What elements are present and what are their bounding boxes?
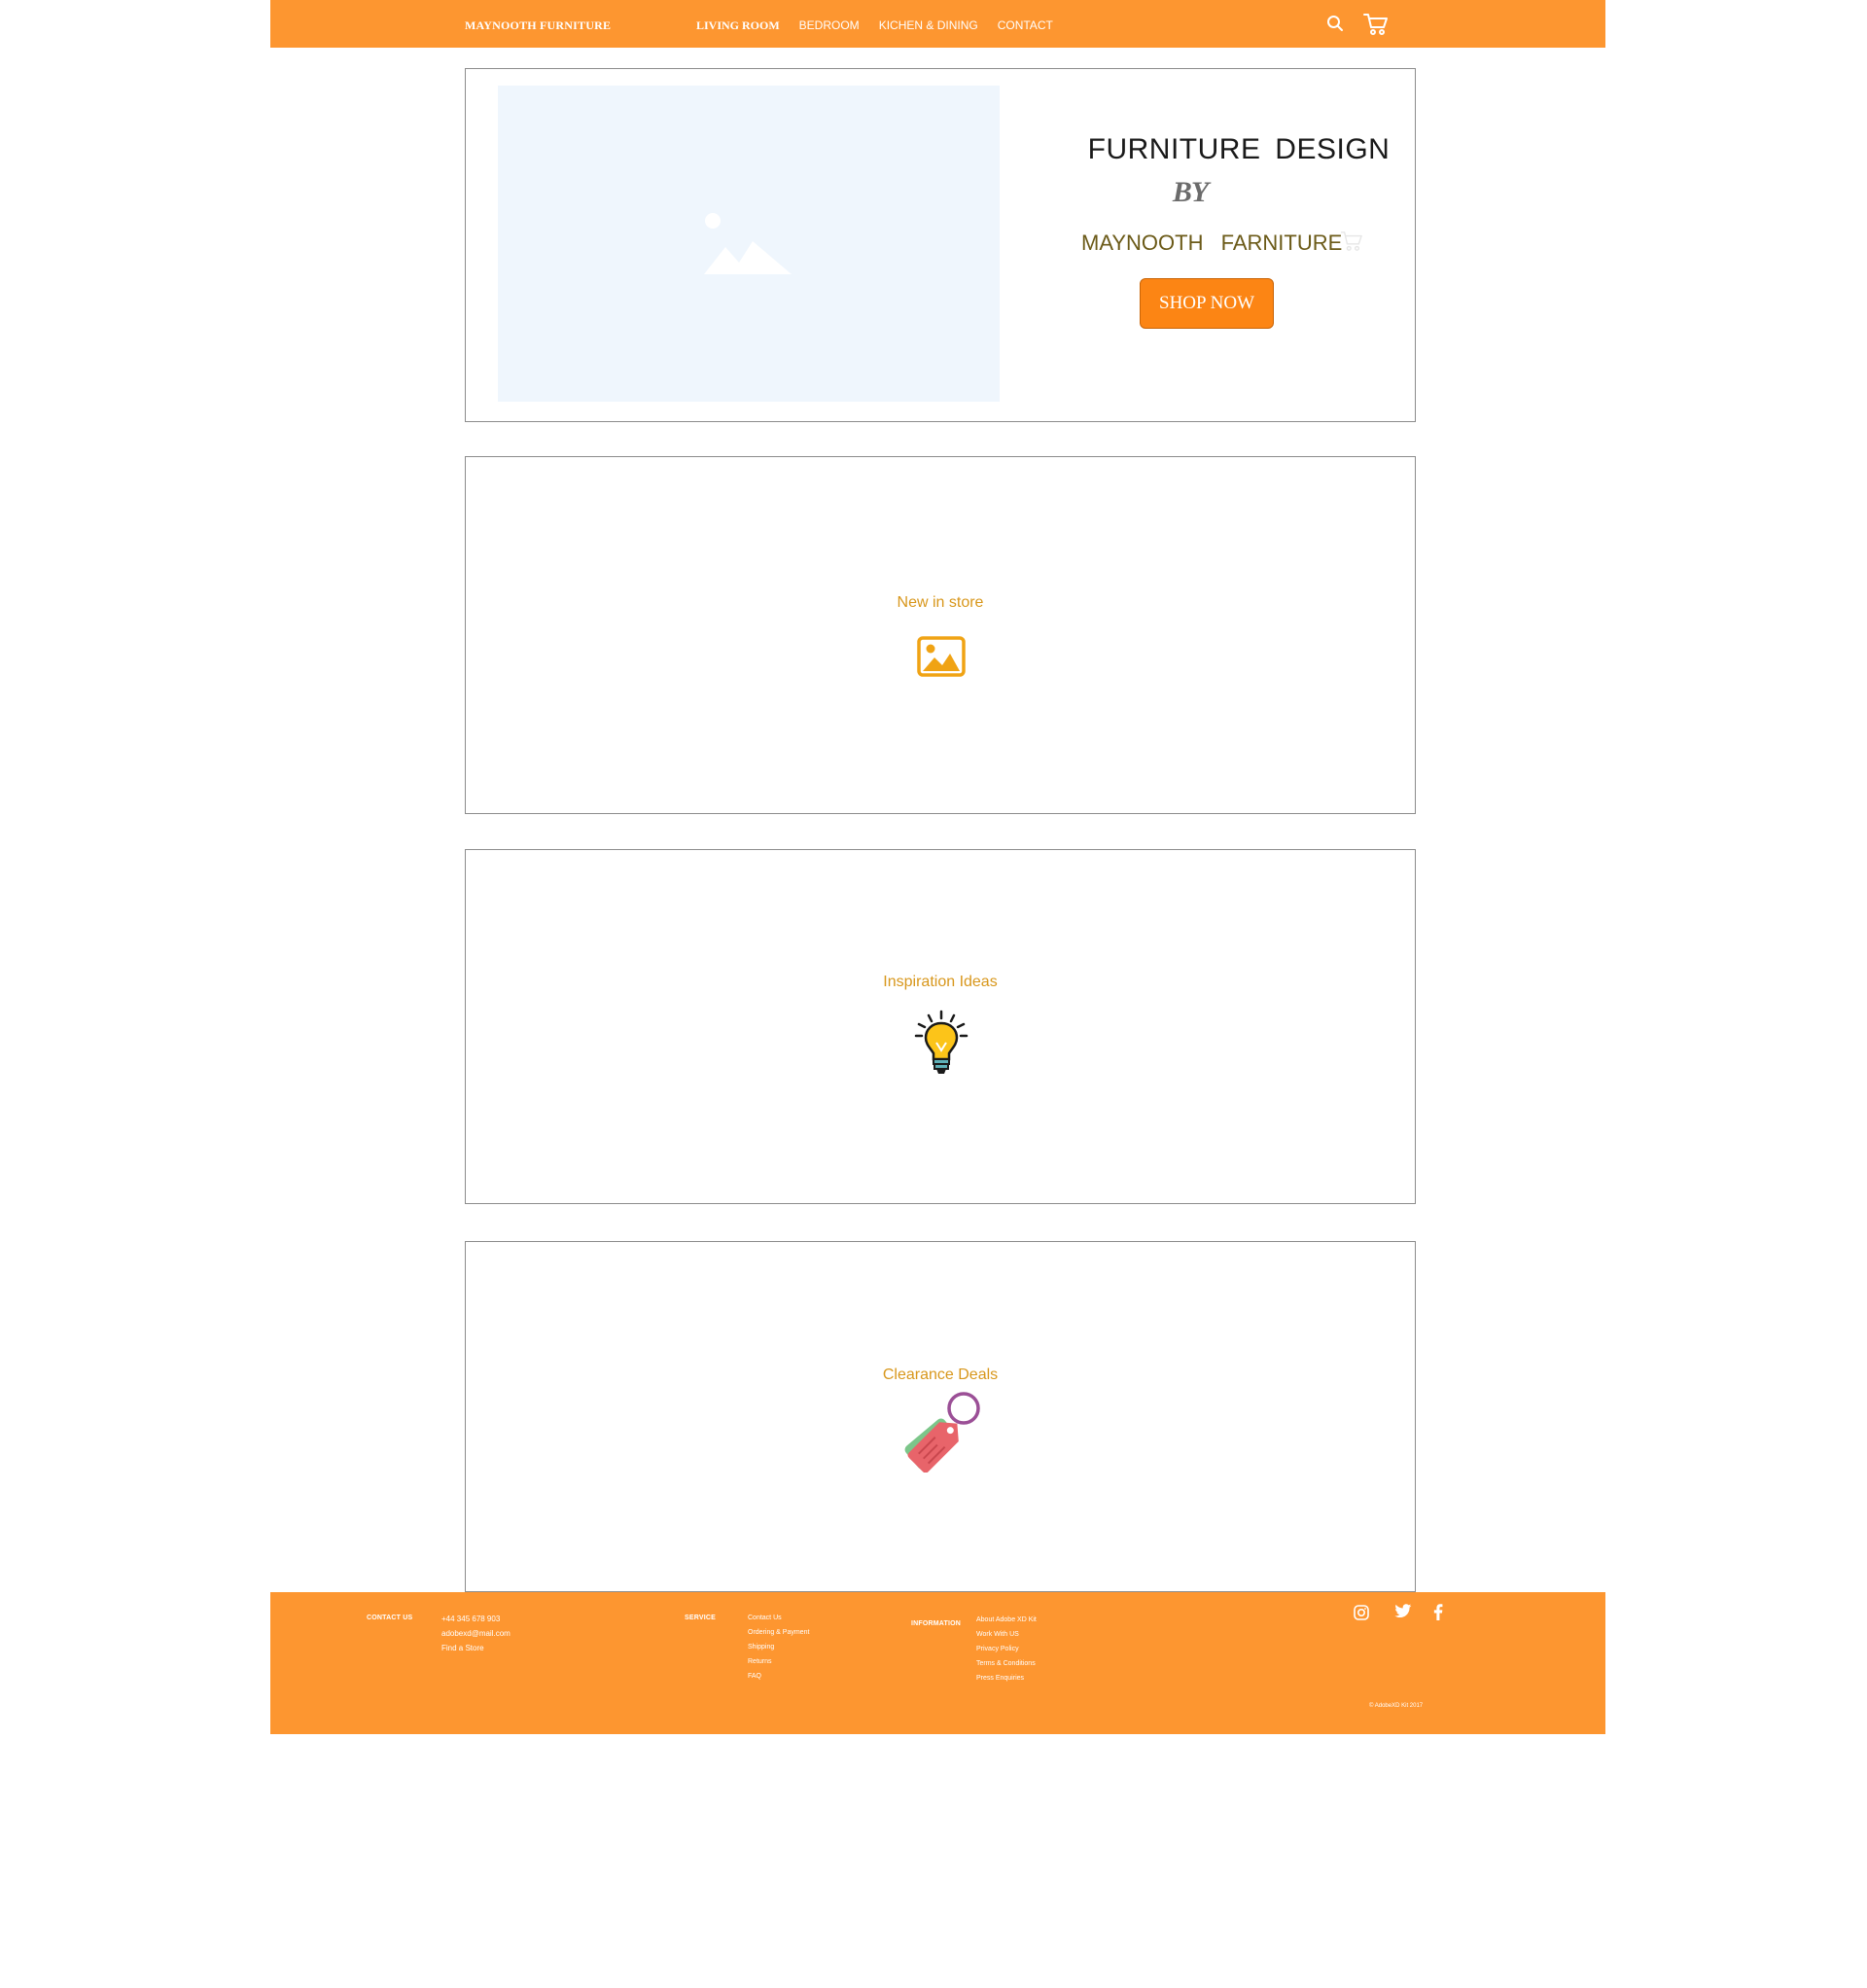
cart-icon[interactable]	[1363, 13, 1389, 36]
top-nav-bar: MAYNOOTH FURNITURE LIVING ROOM BEDROOM K…	[270, 0, 1605, 48]
nav-item-bedroom[interactable]: BEDROOM	[799, 18, 860, 33]
footer-link-press[interactable]: Press Enquiries	[976, 1671, 1037, 1686]
nav-item-contact[interactable]: CONTACT	[998, 18, 1053, 33]
footer-link-faq[interactable]: FAQ	[748, 1669, 809, 1684]
lightbulb-icon	[914, 1010, 969, 1074]
nav-item-living-room[interactable]: LIVING ROOM	[696, 18, 780, 33]
main-nav: LIVING ROOM BEDROOM KICHEN & DINING CONT…	[696, 18, 1073, 33]
footer-heading-service: SERVICE	[685, 1615, 717, 1621]
page: MAYNOOTH FURNITURE LIVING ROOM BEDROOM K…	[270, 0, 1605, 1734]
hero-image	[498, 86, 1000, 402]
footer-phone[interactable]: +44 345 678 903	[441, 1612, 511, 1626]
image-placeholder-icon	[704, 213, 792, 274]
section-label[interactable]: New in store	[466, 594, 1415, 612]
footer-link-about[interactable]: About Adobe XD Kit	[976, 1613, 1037, 1627]
footer-heading-information: INFORMATION	[911, 1620, 962, 1627]
footer-heading-contact: CONTACT US	[367, 1615, 413, 1621]
twitter-icon[interactable]	[1394, 1604, 1412, 1618]
cart-icon	[1341, 231, 1362, 251]
nav-item-kitchen-dining[interactable]: KICHEN & DINING	[879, 18, 978, 33]
hero-by: BY	[1172, 176, 1209, 208]
footer-link-returns[interactable]: Returns	[748, 1654, 809, 1669]
hero-title: FURNITURE DESIGN	[1087, 133, 1391, 165]
hero-subtitle: MAYNOOTH FARNITURE	[1081, 231, 1343, 255]
footer-information-list: About Adobe XD Kit Work With US Privacy …	[976, 1613, 1037, 1686]
section-clearance-deals[interactable]: Clearance Deals	[465, 1241, 1416, 1592]
search-icon[interactable]	[1326, 15, 1344, 32]
price-tag-icon	[904, 1392, 980, 1473]
footer-link-contact-us[interactable]: Contact Us	[748, 1611, 809, 1625]
footer-link-shipping[interactable]: Shipping	[748, 1640, 809, 1654]
section-new-in-store[interactable]: New in store	[465, 456, 1416, 814]
facebook-icon[interactable]	[1433, 1604, 1443, 1620]
footer-find-store-link[interactable]: Find a Store	[441, 1641, 511, 1655]
shop-now-button[interactable]: SHOP NOW	[1140, 278, 1274, 329]
footer-copyright: © AdobeXD Kit 2017	[1369, 1703, 1424, 1709]
hero-banner: FURNITURE DESIGN BY MAYNOOTH FARNITURE S…	[465, 68, 1416, 422]
footer-link-terms[interactable]: Terms & Conditions	[976, 1656, 1037, 1671]
footer-link-privacy-policy[interactable]: Privacy Policy	[976, 1642, 1037, 1656]
footer-link-work-with-us[interactable]: Work With US	[976, 1627, 1037, 1642]
footer-service-list: Contact Us Ordering & Payment Shipping R…	[748, 1611, 809, 1684]
brand-logo[interactable]: MAYNOOTH FURNITURE	[465, 18, 611, 33]
instagram-icon[interactable]	[1354, 1605, 1369, 1620]
section-label[interactable]: Clearance Deals	[466, 1367, 1415, 1384]
footer: CONTACT US +44 345 678 903 adobexd@mail.…	[270, 1592, 1605, 1734]
section-label[interactable]: Inspiration Ideas	[466, 974, 1415, 991]
footer-link-ordering-payment[interactable]: Ordering & Payment	[748, 1625, 809, 1640]
footer-contact-list: +44 345 678 903 adobexd@mail.com Find a …	[441, 1612, 511, 1655]
footer-email[interactable]: adobexd@mail.com	[441, 1626, 511, 1641]
image-icon	[917, 636, 966, 677]
section-inspiration-ideas[interactable]: Inspiration Ideas	[465, 849, 1416, 1204]
